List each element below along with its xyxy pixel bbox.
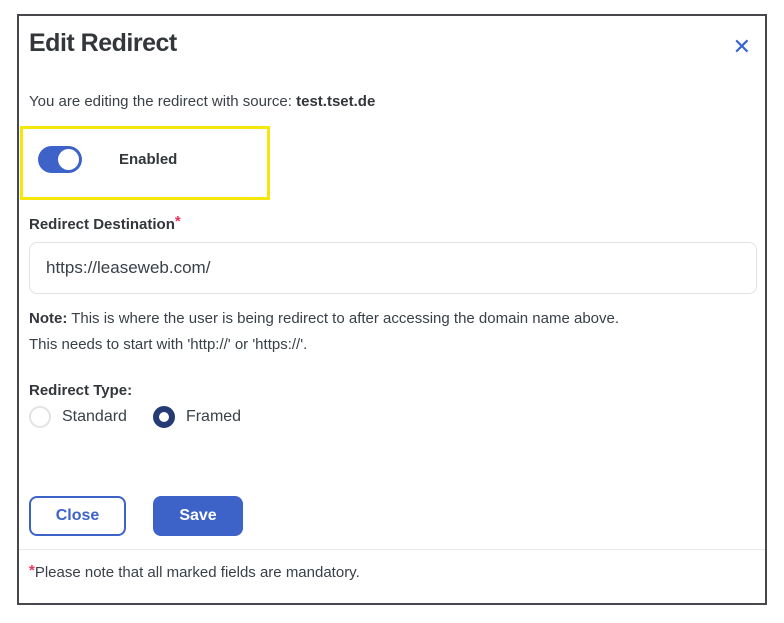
intro-text: You are editing the redirect with source…: [29, 93, 755, 111]
save-button[interactable]: Save: [153, 496, 243, 536]
redirect-destination-label-text: Redirect Destination: [29, 216, 175, 233]
note-line2: This needs to start with 'http://' or 'h…: [29, 336, 308, 353]
redirect-destination-label: Redirect Destination*: [29, 213, 755, 233]
enabled-toggle-label: Enabled: [119, 150, 178, 168]
redirect-type-options: Standard Framed: [29, 406, 755, 428]
edit-redirect-modal: Edit Redirect ✕ You are editing the redi…: [17, 14, 767, 605]
mandatory-fields-note: *Please note that all marked fields are …: [29, 562, 755, 581]
radio-framed-label: Framed: [185, 408, 242, 425]
note-text: Note: This is where the user is being re…: [29, 306, 755, 358]
button-row: Close Save: [29, 496, 755, 536]
enabled-toggle-highlight-box: Enabled: [20, 126, 270, 200]
redirect-source-value: test.tset.de: [296, 93, 376, 110]
modal-header: Edit Redirect ✕: [29, 29, 755, 58]
note-line1: This is where the user is being redirect…: [67, 310, 620, 327]
radio-framed[interactable]: [152, 406, 175, 428]
footer-text: Please note that all marked fields are m…: [34, 564, 360, 581]
radio-standard-label: Standard: [62, 408, 127, 425]
modal-title: Edit Redirect: [29, 29, 177, 57]
redirect-destination-input[interactable]: [29, 242, 757, 294]
required-asterisk: *: [174, 213, 181, 230]
note-prefix: Note:: [29, 310, 68, 327]
radio-standard[interactable]: [29, 406, 51, 428]
close-button[interactable]: Close: [29, 496, 126, 536]
redirect-type-label: Redirect Type:: [29, 382, 133, 399]
footer-divider: [19, 549, 765, 550]
toggle-knob: [58, 148, 79, 170]
page-background: Edit Redirect ✕ You are editing the redi…: [0, 0, 784, 623]
enabled-toggle[interactable]: [38, 145, 82, 173]
intro-text-prefix: You are editing the redirect with source…: [29, 93, 297, 110]
close-icon[interactable]: ✕: [733, 36, 751, 58]
